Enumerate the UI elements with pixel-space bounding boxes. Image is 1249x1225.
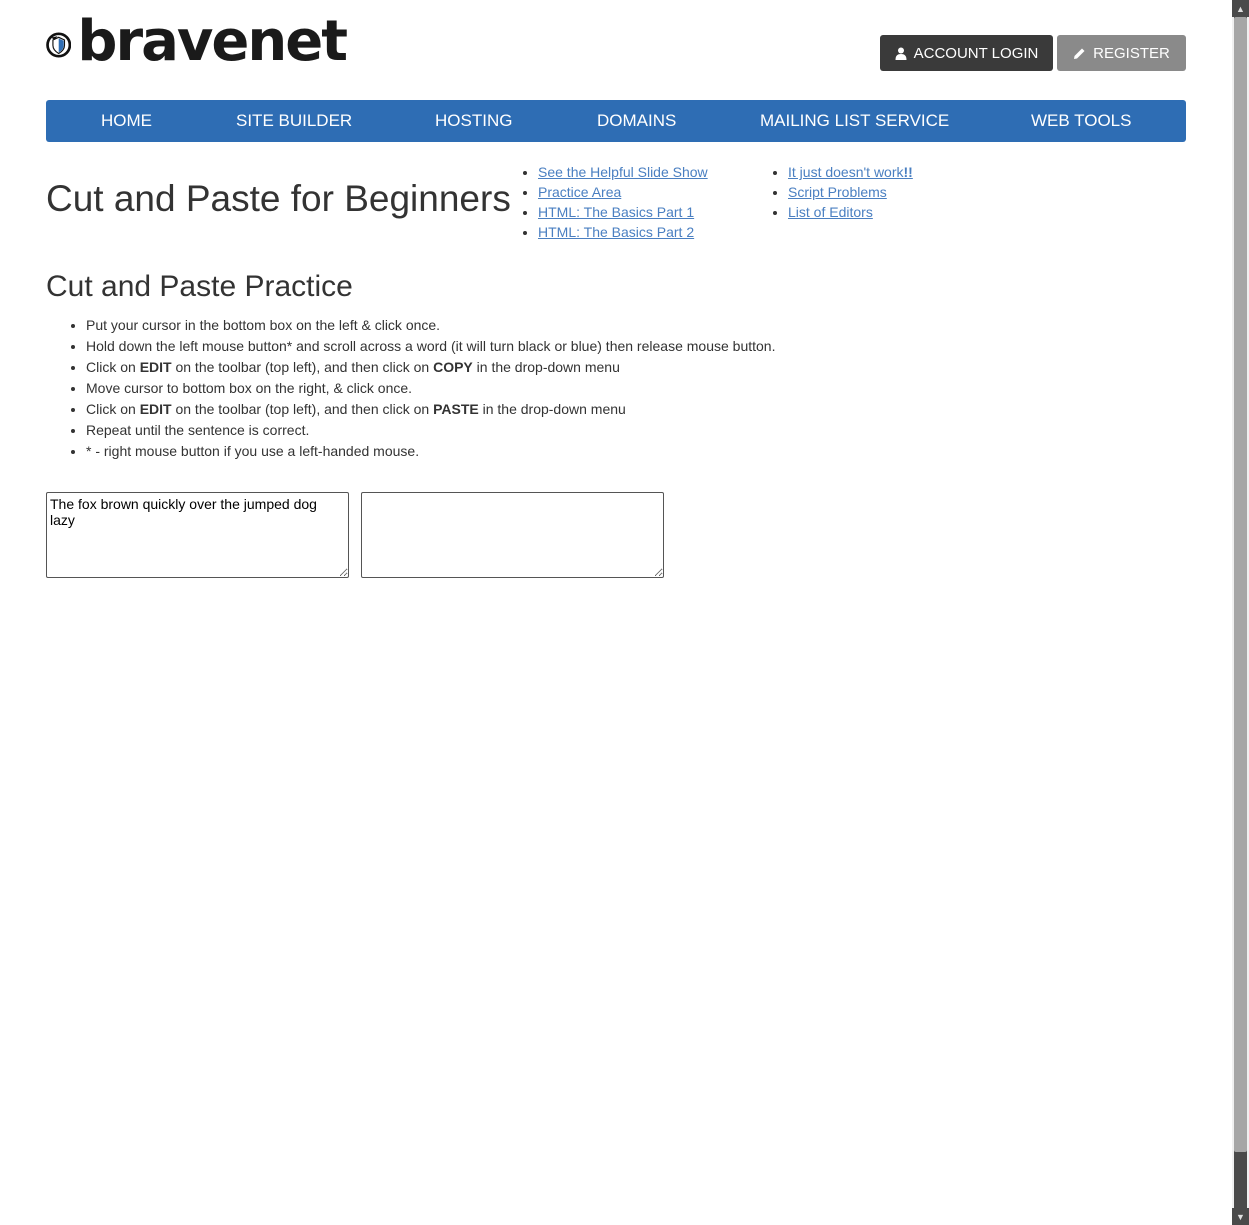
source-textarea[interactable]: The fox brown quickly over the jumped do… bbox=[46, 492, 349, 578]
step-text: in the drop-down menu bbox=[472, 359, 620, 375]
step-text: on the toolbar (top left), and then clic… bbox=[171, 401, 434, 417]
scrollbar-thumb[interactable] bbox=[1234, 17, 1247, 1152]
list-item: It just doesn't work!! bbox=[788, 162, 913, 182]
link-helpful-slide-show[interactable]: See the Helpful Slide Show bbox=[538, 164, 708, 180]
bravenet-logo[interactable]: bravenet bbox=[46, 9, 348, 80]
link-practice-area[interactable]: Practice Area bbox=[538, 184, 621, 200]
step-text: in the drop-down menu bbox=[478, 401, 626, 417]
step-keyword-paste: PASTE bbox=[433, 401, 479, 417]
account-login-label: ACCOUNT LOGIN bbox=[913, 44, 1039, 62]
list-item: See the Helpful Slide Show bbox=[538, 162, 708, 182]
vertical-scrollbar[interactable]: ▲ ▼ bbox=[1232, 0, 1249, 1225]
step-keyword-edit: EDIT bbox=[139, 401, 172, 417]
list-item: * - right mouse button if you use a left… bbox=[86, 441, 775, 462]
help-links-list: See the Helpful Slide Show Practice Area… bbox=[520, 162, 708, 242]
shield-logo-icon bbox=[46, 32, 72, 58]
scroll-up-arrow-icon[interactable]: ▲ bbox=[1232, 0, 1249, 17]
list-item: List of Editors bbox=[788, 202, 913, 222]
nav-item-hosting[interactable]: HOSTING bbox=[435, 100, 512, 142]
list-item: Repeat until the sentence is correct. bbox=[86, 420, 775, 441]
step-keyword-edit: EDIT bbox=[139, 359, 172, 375]
step-text: * - right mouse button if you use a left… bbox=[86, 443, 420, 459]
page: bravenet ACCOUNT LOGIN REGISTER HOME SIT… bbox=[0, 0, 1232, 1225]
instructions-list: Put your cursor in the bottom box on the… bbox=[46, 315, 775, 462]
link-list-of-editors[interactable]: List of Editors bbox=[788, 204, 873, 220]
nav-item-site-builder[interactable]: SITE BUILDER bbox=[236, 100, 352, 142]
step-text: Repeat until the sentence is correct. bbox=[86, 422, 310, 438]
nav-item-web-tools[interactable]: WEB TOOLS bbox=[1031, 100, 1131, 142]
nav-item-mailing-list-service[interactable]: MAILING LIST SERVICE bbox=[760, 100, 949, 142]
step-text: Move cursor to bottom box on the right, … bbox=[86, 380, 413, 396]
list-item: Click on EDIT on the toolbar (top left),… bbox=[86, 399, 775, 420]
list-item: Move cursor to bottom box on the right, … bbox=[86, 378, 775, 399]
list-item: Click on EDIT on the toolbar (top left),… bbox=[86, 357, 775, 378]
link-html-basics-part-2[interactable]: HTML: The Basics Part 2 bbox=[538, 224, 694, 240]
troubleshoot-links-list: It just doesn't work!! Script Problems L… bbox=[770, 162, 913, 222]
list-item: Script Problems bbox=[788, 182, 913, 202]
list-item: HTML: The Basics Part 1 bbox=[538, 202, 708, 222]
account-login-button[interactable]: ACCOUNT LOGIN bbox=[880, 35, 1053, 71]
step-text: on the toolbar (top left), and then clic… bbox=[171, 359, 434, 375]
pencil-icon bbox=[1073, 47, 1086, 60]
logo-wordmark: bravenet bbox=[77, 9, 348, 74]
step-text: Hold down the left mouse button* and scr… bbox=[86, 338, 776, 354]
list-item: HTML: The Basics Part 2 bbox=[538, 222, 708, 242]
link-it-just-doesnt-work-text: It just doesn't work bbox=[788, 164, 904, 180]
list-item: Hold down the left mouse button* and scr… bbox=[86, 336, 775, 357]
step-text: Put your cursor in the bottom box on the… bbox=[86, 317, 441, 333]
link-script-problems[interactable]: Script Problems bbox=[788, 184, 887, 200]
nav-item-domains[interactable]: DOMAINS bbox=[597, 100, 676, 142]
step-text: Click on bbox=[86, 359, 140, 375]
link-it-just-doesnt-work[interactable]: It just doesn't work!! bbox=[788, 164, 913, 180]
register-button[interactable]: REGISTER bbox=[1057, 35, 1186, 71]
page-title: Cut and Paste for Beginners bbox=[46, 178, 511, 219]
link-exclamation: !! bbox=[903, 164, 913, 180]
step-keyword-copy: COPY bbox=[433, 359, 473, 375]
target-textarea[interactable] bbox=[361, 492, 664, 578]
user-icon bbox=[895, 47, 907, 60]
register-label: REGISTER bbox=[1093, 44, 1170, 62]
list-item: Put your cursor in the bottom box on the… bbox=[86, 315, 775, 336]
link-html-basics-part-1[interactable]: HTML: The Basics Part 1 bbox=[538, 204, 694, 220]
main-nav: HOME SITE BUILDER HOSTING DOMAINS MAILIN… bbox=[46, 100, 1186, 142]
step-text: Click on bbox=[86, 401, 140, 417]
section-title: Cut and Paste Practice bbox=[46, 270, 353, 303]
list-item: Practice Area bbox=[538, 182, 708, 202]
scroll-down-arrow-icon[interactable]: ▼ bbox=[1232, 1208, 1249, 1225]
nav-item-home[interactable]: HOME bbox=[101, 100, 152, 142]
